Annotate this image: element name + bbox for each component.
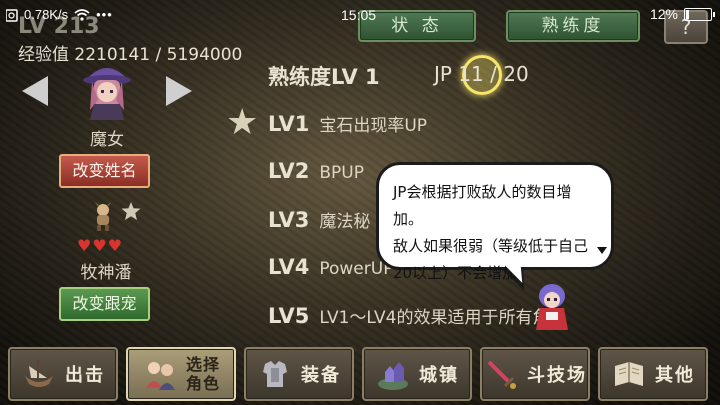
- more-text-indicator-icon: [597, 247, 607, 254]
- guide-character-sprite: [536, 284, 568, 330]
- level-effect: BPUP: [319, 163, 364, 183]
- more-dots-icon: •••: [96, 7, 113, 22]
- town-icon: [378, 362, 408, 390]
- jp-counter: JP 11 / 20: [434, 62, 529, 86]
- party-icon: [145, 362, 175, 390]
- book-icon: [615, 362, 643, 386]
- nav-label: 斗技场: [527, 365, 587, 386]
- nav-label-line2: 角色: [185, 374, 220, 393]
- nav-label: 其他: [655, 365, 695, 386]
- next-character-arrow-icon[interactable]: [166, 76, 192, 106]
- bottom-navigation: 出击 选择 角色 装备 城镇 斗技场 其他: [8, 347, 712, 401]
- current-level-star-icon: ★: [226, 102, 259, 143]
- nav-sortie-button[interactable]: 出击: [8, 347, 118, 401]
- nav-town-button[interactable]: 城镇: [362, 347, 472, 401]
- level-effect: LV1～LV4的效果适用于所有角色: [319, 308, 567, 328]
- level-effect: 魔法秘: [319, 212, 371, 232]
- proficiency-row-lv4: LV4 PowerUP: [268, 255, 393, 279]
- proficiency-row-lv3: LV3 魔法秘: [268, 207, 370, 232]
- pet-sprite: [95, 202, 111, 231]
- level-label: LV2: [268, 159, 310, 183]
- clock: 15:05: [341, 7, 377, 23]
- level-label: LV3: [268, 208, 310, 232]
- ship-icon: [25, 360, 53, 387]
- pet-name: 牧神潘: [80, 263, 132, 283]
- nav-label: 选择 角色: [186, 355, 220, 393]
- nav-arena-button[interactable]: 斗技场: [480, 347, 590, 401]
- battery-icon: [684, 7, 715, 21]
- proficiency-row-lv5: LV5 LV1～LV4的效果适用于所有角色: [268, 303, 566, 328]
- previous-character-arrow-icon[interactable]: [22, 76, 48, 106]
- level-effect: 宝石出现率UP: [319, 116, 428, 136]
- witch-sprite: [83, 68, 131, 120]
- armor-icon: [263, 361, 287, 387]
- nav-label: 出击: [65, 365, 105, 386]
- tooltip-line: JP会根据打败敌人的数目增加。: [393, 183, 572, 228]
- rename-button[interactable]: 改变姓名: [59, 154, 150, 188]
- level-label: LV1: [268, 112, 310, 136]
- wifi-icon: [74, 8, 90, 21]
- level-label: LV4: [268, 255, 310, 279]
- proficiency-row-lv1: LV1 宝石出现率UP: [268, 111, 427, 136]
- pet-affection-hearts-icon: ♥♥♥: [77, 236, 124, 255]
- tooltip-line: 敌人如果很弱（等级低于自己: [393, 237, 589, 255]
- nav-select-character-button[interactable]: 选择 角色: [126, 347, 236, 401]
- nav-label-line1: 选择: [185, 355, 220, 374]
- character-class-name: 魔女: [90, 130, 124, 150]
- jp-tooltip-bubble[interactable]: JP会根据打败敌人的数目增加。 敌人如果很弱（等级低于自己 20以上）不会增加。: [376, 162, 614, 282]
- network-speed: 0.78K/s: [24, 7, 69, 22]
- level-label: LV5: [268, 304, 310, 328]
- nav-label: 装备: [301, 365, 341, 386]
- system-status-bar: 0.78K/s ••• 15:05 12%: [0, 0, 720, 30]
- nav-label: 城镇: [419, 365, 459, 386]
- nav-other-button[interactable]: 其他: [598, 347, 708, 401]
- nav-equipment-button[interactable]: 装备: [244, 347, 354, 401]
- change-pet-button[interactable]: 改变跟宠: [59, 287, 150, 321]
- proficiency-level-title: 熟练度LV 1: [268, 65, 380, 89]
- status-left: 0.78K/s •••: [6, 7, 113, 22]
- camera-icon: [6, 8, 18, 22]
- proficiency-row-lv2: LV2 BPUP: [268, 159, 364, 183]
- sword-icon: [487, 360, 516, 389]
- battery-percent: 12%: [649, 6, 678, 22]
- status-right: 12%: [649, 6, 715, 22]
- pet-rank-star-icon: [121, 202, 141, 220]
